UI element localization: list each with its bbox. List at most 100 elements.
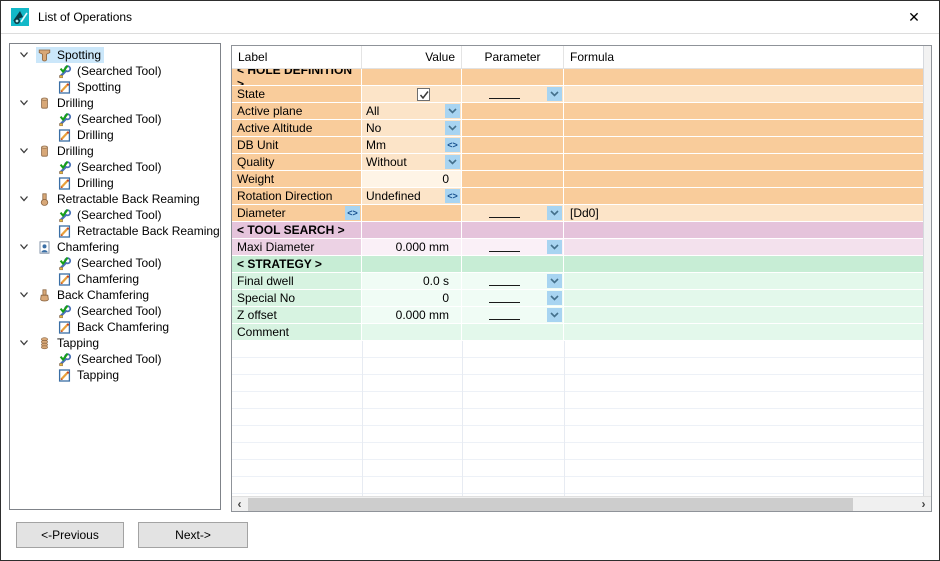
tree-entry[interactable]: Chamfering [56,271,142,287]
value-cell[interactable]: 0.000 mm [362,307,462,324]
row-label: Special No [237,291,295,305]
tree-entry[interactable]: Chamfering [36,239,122,255]
value-cell[interactable]: 0 [362,290,462,307]
tree-item-searched-tool-7[interactable]: (Searched Tool) [10,159,220,175]
vertical-scrollbar[interactable] [923,46,931,496]
value-cell[interactable]: All [362,103,462,120]
state-checkbox[interactable] [417,88,430,101]
value-spinner-icon[interactable]: <> [445,189,460,203]
previous-button[interactable]: <-Previous [16,522,124,548]
chevron-down-icon[interactable] [19,98,29,108]
searched-tool-icon [57,304,72,319]
tree-item-drilling-5[interactable]: Drilling [10,127,220,143]
tree-entry[interactable]: (Searched Tool) [56,255,165,271]
tree-entry[interactable]: (Searched Tool) [56,63,165,79]
dropdown-chevron-icon[interactable] [547,87,562,101]
tree-entry[interactable]: Tapping [36,335,102,351]
value-spinner-icon[interactable]: <> [345,206,360,220]
formula-cell[interactable] [564,273,923,290]
chevron-down-icon[interactable] [19,242,29,252]
chevron-down-icon[interactable] [19,194,29,204]
parameter-cell[interactable] [462,86,564,103]
formula-cell[interactable] [564,307,923,324]
tree-entry[interactable]: (Searched Tool) [56,207,165,223]
tree-entry[interactable]: Drilling [36,95,97,111]
dropdown-chevron-icon[interactable] [445,121,460,135]
parameter-cell[interactable] [462,205,564,222]
tree-entry[interactable]: Drilling [36,143,97,159]
close-icon[interactable]: ✕ [903,6,925,28]
formula-cell[interactable]: [Dd0] [564,205,923,222]
chevron-down-icon[interactable] [19,50,29,60]
chevron-down-icon[interactable] [19,290,29,300]
scrollbar-track[interactable] [247,497,916,512]
value-cell[interactable]: 0.000 mm [362,239,462,256]
tree-entry[interactable]: (Searched Tool) [56,111,165,127]
dropdown-chevron-icon[interactable] [445,104,460,118]
formula-cell[interactable] [564,290,923,307]
value-cell[interactable]: Mm<> [362,137,462,154]
tree-entry[interactable]: Back Chamfering [56,319,172,335]
spinner-glyph: <> [447,138,458,152]
next-button[interactable]: Next-> [138,522,248,548]
tree-item-back-chamfering-17[interactable]: Back Chamfering [10,319,220,335]
tree-item-chamfering-14[interactable]: Chamfering [10,271,220,287]
value-cell[interactable] [362,324,462,341]
parameters-table: Label Value Parameter Formula < HOLE DEF… [231,45,932,512]
dropdown-chevron-icon[interactable] [547,274,562,288]
dropdown-chevron-icon[interactable] [547,240,562,254]
tree-item-searched-tool-13[interactable]: (Searched Tool) [10,255,220,271]
tree-item-back-chamfering-15[interactable]: Back Chamfering [10,287,220,303]
dropdown-chevron-icon[interactable] [445,155,460,169]
value-cell[interactable]: 0.0 s [362,273,462,290]
value-cell[interactable]: Undefined<> [362,188,462,205]
value-cell[interactable]: 0 [362,171,462,188]
tree-entry[interactable]: Tapping [56,367,122,383]
dropdown-chevron-icon[interactable] [547,308,562,322]
scroll-right-icon[interactable]: › [916,497,931,512]
tree-item-retractable-back-reaming-11[interactable]: Retractable Back Reaming [10,223,220,239]
tree-entry[interactable]: Spotting [56,79,124,95]
value-cell[interactable]: Without [362,154,462,171]
tree-item-tapping-20[interactable]: Tapping [10,367,220,383]
tree-item-searched-tool-1[interactable]: (Searched Tool) [10,63,220,79]
scroll-left-icon[interactable]: ‹ [232,497,247,512]
value-cell[interactable] [362,86,462,103]
tree-item-chamfering-12[interactable]: Chamfering [10,239,220,255]
dropdown-chevron-icon[interactable] [547,291,562,305]
edit-operation-icon [57,368,72,383]
formula-cell[interactable] [564,86,923,103]
chevron-down-icon[interactable] [19,338,29,348]
dropdown-chevron-icon[interactable] [547,206,562,220]
tree-item-spotting-0[interactable]: Spotting [10,47,220,63]
tree-entry[interactable]: Spotting [36,47,104,63]
tree-item-searched-tool-16[interactable]: (Searched Tool) [10,303,220,319]
tree-item-retractable-back-reaming-9[interactable]: Retractable Back Reaming [10,191,220,207]
value-cell[interactable] [362,205,462,222]
value-spinner-icon[interactable]: <> [445,138,460,152]
tree-item-spotting-2[interactable]: Spotting [10,79,220,95]
tree-item-tapping-18[interactable]: Tapping [10,335,220,351]
scrollbar-thumb[interactable] [248,498,853,511]
tree-item-drilling-8[interactable]: Drilling [10,175,220,191]
tree-entry[interactable]: (Searched Tool) [56,159,165,175]
tree-entry[interactable]: Back Chamfering [36,287,152,303]
tree-item-drilling-6[interactable]: Drilling [10,143,220,159]
formula-cell[interactable] [564,239,923,256]
tree-entry[interactable]: Retractable Back Reaming [36,191,203,207]
value-cell[interactable]: No [362,120,462,137]
tree-item-searched-tool-19[interactable]: (Searched Tool) [10,351,220,367]
tree-entry[interactable]: Drilling [56,127,117,143]
tree-entry[interactable]: (Searched Tool) [56,303,165,319]
parameter-cell[interactable] [462,239,564,256]
parameter-cell[interactable] [462,307,564,324]
chevron-down-icon[interactable] [19,146,29,156]
parameter-cell[interactable] [462,273,564,290]
tree-entry[interactable]: Retractable Back Reaming [56,223,221,239]
tree-item-drilling-3[interactable]: Drilling [10,95,220,111]
tree-item-searched-tool-4[interactable]: (Searched Tool) [10,111,220,127]
parameter-cell[interactable] [462,290,564,307]
tree-entry[interactable]: Drilling [56,175,117,191]
tree-item-searched-tool-10[interactable]: (Searched Tool) [10,207,220,223]
tree-entry[interactable]: (Searched Tool) [56,351,165,367]
